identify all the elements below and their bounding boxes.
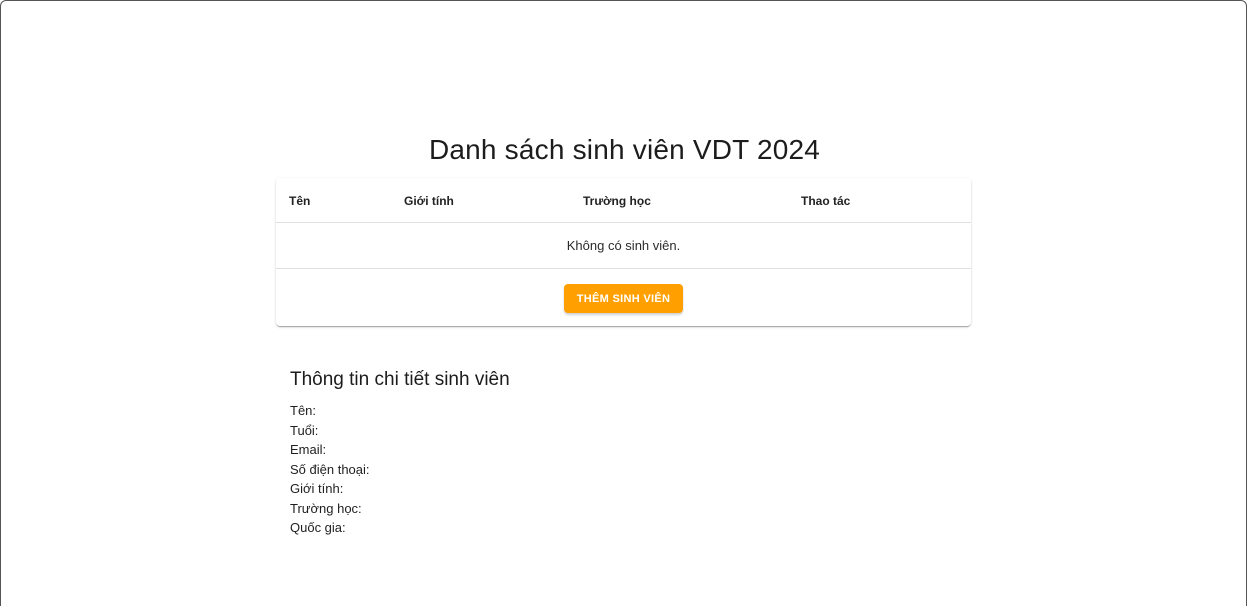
detail-field-country: Quốc gia: — [290, 520, 346, 535]
column-header-gender: Giới tính — [404, 194, 454, 208]
table-header-row: Tên Giới tính Trường học Thao tác — [276, 178, 971, 223]
page-title: Danh sách sinh viên VDT 2024 — [428, 134, 821, 165]
empty-state-message: Không có sinh viên. — [566, 238, 681, 253]
column-header-school: Trường học — [583, 194, 651, 208]
detail-field-gender: Giới tính: — [290, 481, 344, 496]
empty-state-row: Không có sinh viên. — [276, 223, 971, 269]
table-action-row: THÊM SINH VIÊN — [276, 269, 971, 326]
student-details-list: Tên: Tuổi: Email: Số điện thoại: Giới tí… — [290, 401, 370, 538]
detail-field-school: Trường học: — [290, 500, 362, 516]
add-student-button[interactable]: THÊM SINH VIÊN — [564, 284, 683, 313]
column-header-name: Tên — [289, 194, 311, 208]
detail-field-phone: Số điện thoại: — [290, 461, 370, 477]
detail-field-age: Tuổi: — [290, 422, 319, 438]
student-table: Tên Giới tính Trường học Thao tác Không … — [276, 178, 971, 326]
detail-field-name: Tên: — [290, 403, 317, 418]
student-details-title: Thông tin chi tiết sinh viên — [290, 369, 510, 390]
column-header-actions: Thao tác — [801, 194, 851, 208]
detail-field-email: Email: — [290, 442, 327, 457]
